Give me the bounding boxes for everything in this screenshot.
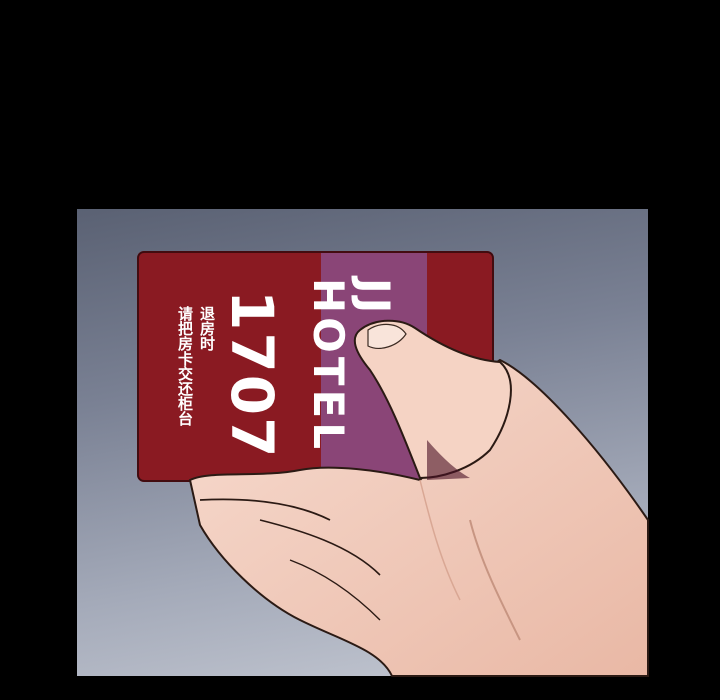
room-number: 1707 <box>218 290 286 460</box>
return-card-notice: 退房时 请把房卡交还柜台 <box>168 306 218 456</box>
return-notice-line2: 请把房卡交还柜台 <box>176 306 194 426</box>
hotel-brand: JJ HOTEL <box>304 278 399 453</box>
return-notice-line1: 退房时 <box>198 306 216 351</box>
